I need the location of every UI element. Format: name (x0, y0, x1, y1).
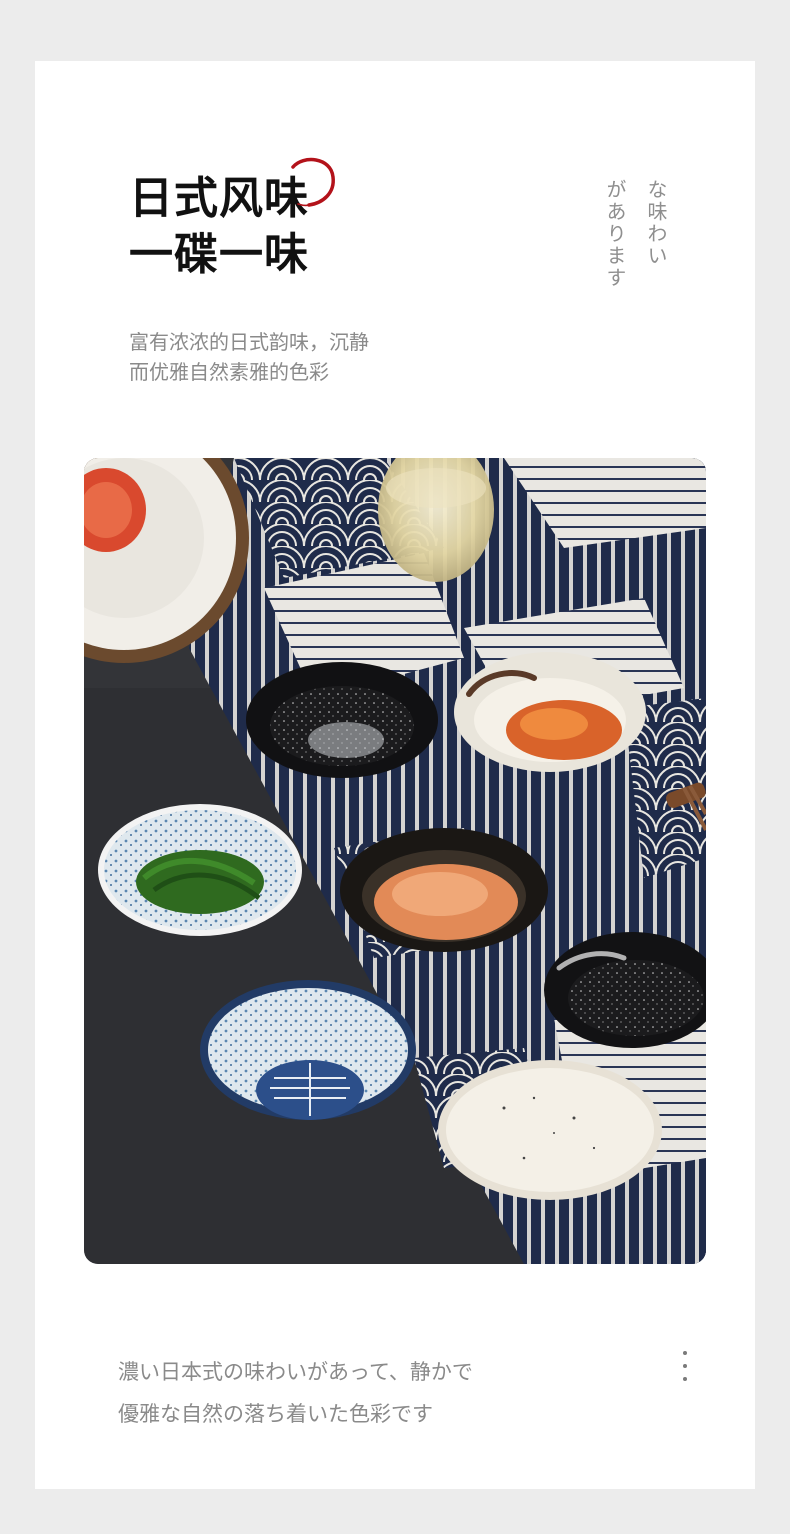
product-card: 日式风味 一碟一味 な味わい があります 富有浓浓的日式韵味，沉静 而优雅自然素… (35, 61, 755, 1489)
brush-circle-icon (291, 157, 335, 207)
dot (683, 1377, 687, 1381)
dot (683, 1351, 687, 1355)
title-line-1: 日式风味 (129, 173, 309, 224)
vertical-text-col-2: があります (603, 179, 627, 289)
dot (683, 1364, 687, 1368)
intro-line-2: 而优雅自然素雅的色彩 (129, 360, 329, 384)
title-line-2: 一碟一味 (129, 229, 309, 280)
more-vertical-icon[interactable] (675, 1351, 695, 1381)
footer-line-1: 濃い日本式の味わいがあって、静かで (118, 1360, 473, 1384)
intro-text: 富有浓浓的日式韵味，沉静 而优雅自然素雅的色彩 (129, 327, 369, 387)
footer-text: 濃い日本式の味わいがあって、静かで 優雅な自然の落ち着いた色彩です (118, 1351, 473, 1435)
page-title: 日式风味 一碟一味 (129, 171, 309, 283)
vertical-text-col-1: な味わい (644, 179, 668, 267)
footer-line-2: 優雅な自然の落ち着いた色彩です (118, 1402, 433, 1426)
vertical-tagline: な味わい があります (601, 179, 671, 319)
intro-line-1: 富有浓浓的日式韵味，沉静 (129, 330, 369, 354)
dishes-illustration (84, 458, 706, 1264)
product-photo (84, 458, 706, 1264)
